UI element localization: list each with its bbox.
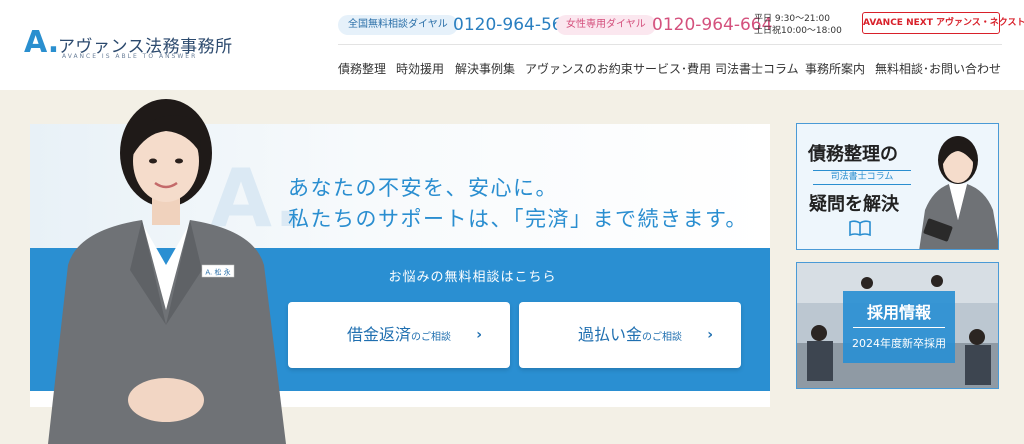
recruit-divider	[853, 327, 945, 328]
column-banner[interactable]: 債務整理の 司法書士コラム 疑問を解決	[796, 123, 999, 250]
nav-item-promise[interactable]: アヴァンスのお約束	[525, 60, 633, 78]
hero-woman-photo: A. 松 永	[48, 99, 286, 444]
logo-tagline: AVANCE IS ABLE TO ANSWER	[62, 53, 198, 60]
column-woman-photo	[919, 136, 998, 249]
chevron-right-icon: ›	[707, 327, 713, 343]
hero-headline-line2: 私たちのサポートは、「完済」まで続きます。	[288, 207, 748, 231]
nav-item-column[interactable]: 司法書士コラム	[715, 60, 799, 78]
advance-next-button[interactable]: AVANCE NEXT アヴァンス・ネクスト	[862, 12, 1024, 34]
book-icon	[849, 220, 871, 236]
overpayment-consult-button[interactable]: 過払い金のご相談 ›	[519, 302, 741, 368]
recruit-banner[interactable]: 採用情報 2024年度新卒採用	[796, 262, 999, 389]
nav-item-statute-limitations[interactable]: 時効援用	[396, 60, 444, 78]
recruit-label-box: 採用情報 2024年度新卒採用	[843, 291, 955, 363]
hero-headline-line1: あなたの不安を、安心に。	[288, 176, 558, 200]
column-banner-title1: 債務整理の	[808, 144, 898, 165]
national-dial-label: 全国無料相談ダイヤル	[338, 15, 458, 35]
hours-weekday: 平日 9:30～21:00	[754, 14, 831, 24]
debt-repayment-consult-button[interactable]: 借金返済のご相談 ›	[288, 302, 510, 368]
nav-item-case-studies[interactable]: 解決事例集	[455, 60, 515, 78]
recruit-sub: 2024年度新卒採用	[852, 337, 946, 350]
debt-repayment-sub: のご相談	[411, 332, 451, 343]
nav-item-free-consultation[interactable]: 無料相談･お問い合わせ	[875, 60, 1001, 78]
overpayment-label: 過払い金	[577, 325, 642, 344]
nav-item-debt-consolidation[interactable]: 債務整理	[338, 60, 386, 78]
business-hours: 平日 9:30～21:00 土日祝10:00～18:00	[754, 13, 842, 37]
column-banner-sub: 司法書士コラム	[813, 170, 911, 185]
chevron-right-icon: ›	[476, 327, 482, 343]
women-dial-label: 女性専用ダイヤル	[556, 15, 656, 35]
main-nav: 債務整理 時効援用 解決事例集 アヴァンスのお約束 サービス･費用 司法書士コラ…	[337, 60, 1001, 80]
debt-repayment-label: 借金返済	[346, 325, 411, 344]
hours-weekend: 土日祝10:00～18:00	[754, 26, 842, 36]
site-header: A. アヴァンス法務事務所 AVANCE IS ABLE TO ANSWER 全…	[0, 0, 1024, 90]
logo-mark: A.	[24, 25, 60, 60]
column-banner-title2: 疑問を解決	[809, 194, 899, 215]
overpayment-sub: のご相談	[642, 332, 682, 343]
recruit-title: 採用情報	[866, 303, 931, 322]
nav-item-office-info[interactable]: 事務所案内	[805, 60, 865, 78]
nav-item-services-fees[interactable]: サービス･費用	[633, 60, 711, 78]
woman-name-badge: A. 松 永	[205, 268, 230, 277]
header-divider	[338, 44, 1002, 45]
